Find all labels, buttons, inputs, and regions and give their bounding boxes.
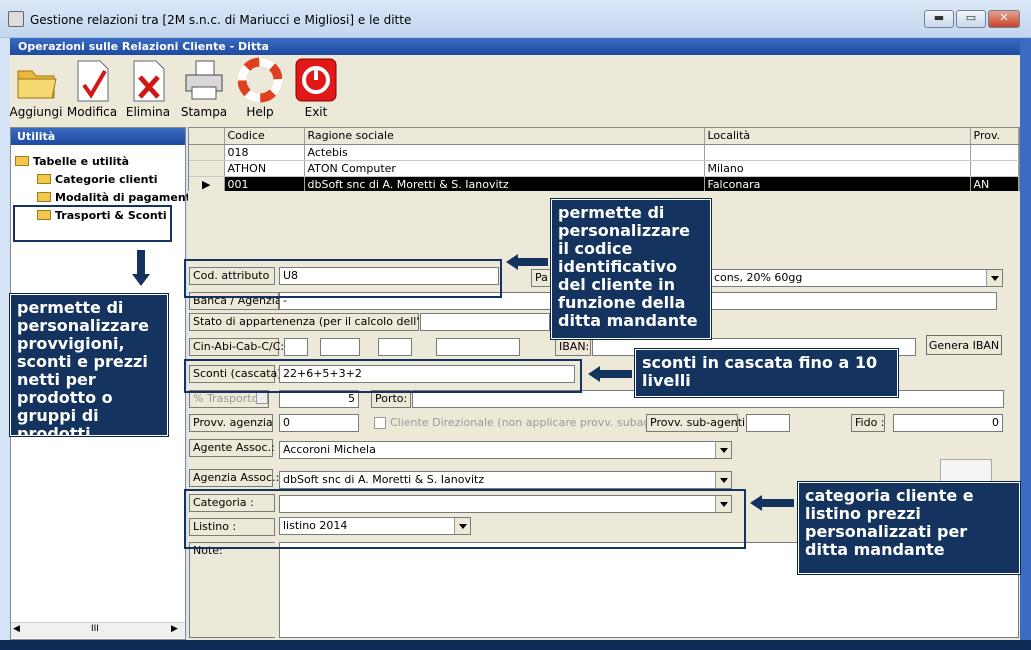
chevron-down-icon[interactable] xyxy=(991,276,999,281)
scroll-thumb[interactable]: III xyxy=(91,624,99,634)
cliente-direzionale-checkbox[interactable] xyxy=(374,417,386,429)
provv-sub-label: Provv. sub-agenti xyxy=(646,414,745,432)
app-icon xyxy=(8,11,24,27)
stato-field[interactable] xyxy=(420,313,550,331)
edit-button[interactable]: Modifica xyxy=(62,57,122,119)
provv-agenzia-label: Provv. agenzia xyxy=(189,414,273,432)
categoria-highlight-frame xyxy=(184,489,746,549)
subtitle-bar: Operazioni sulle Relazioni Cliente - Dit… xyxy=(10,38,1022,55)
scroll-right-icon[interactable]: ▶ xyxy=(171,624,178,634)
toolbar: Aggiungi Modifica Elimina Stampa Help Ex… xyxy=(10,55,1022,127)
provv-agenzia-field[interactable]: 0 xyxy=(279,414,359,432)
agente-select[interactable]: Accoroni Michela xyxy=(279,441,732,459)
cod-attributo-highlight-frame xyxy=(184,259,502,298)
iban-label: IBAN: xyxy=(555,338,591,356)
left-arrow-icon xyxy=(506,254,518,270)
window-title: Gestione relazioni tra [2M s.n.c. di Mar… xyxy=(30,13,412,27)
sidebar-scrollbar[interactable]: ◀ III ▶ xyxy=(11,622,185,638)
abi-field[interactable] xyxy=(320,338,360,356)
chevron-down-icon[interactable] xyxy=(459,524,467,529)
print-button[interactable]: Stampa xyxy=(174,57,234,119)
tree-root[interactable]: Tabelle e utilità xyxy=(15,155,129,168)
exit-button[interactable]: Exit xyxy=(286,57,346,119)
fido-field[interactable]: 0 xyxy=(893,414,1003,432)
scroll-left-icon[interactable]: ◀ xyxy=(13,624,20,634)
down-arrow-shaft xyxy=(137,250,145,274)
folder-icon xyxy=(15,156,29,166)
cab-field[interactable] xyxy=(378,338,412,356)
note-label: Note: xyxy=(189,542,275,638)
folder-icon xyxy=(37,192,51,202)
minimize-button[interactable]: ▬ xyxy=(924,10,954,28)
close-button[interactable]: ✕ xyxy=(988,10,1020,28)
genera-iban-button[interactable]: Genera IBAN xyxy=(926,335,1002,355)
maximize-button[interactable]: ▭ xyxy=(956,10,986,28)
cliente-direzionale-label: Cliente Direzionale (non applicare provv… xyxy=(390,416,680,429)
folder-icon xyxy=(14,57,58,103)
agenzia-select[interactable]: dbSoft snc di A. Moretti & S. Ianovitz xyxy=(279,471,732,489)
pagamento-select[interactable]: cons, 20% 60gg xyxy=(708,269,1003,287)
help-button[interactable]: Help xyxy=(230,57,290,119)
agente-label: Agente Assoc.: xyxy=(189,439,275,457)
folder-icon xyxy=(37,174,51,184)
col-codice[interactable]: Codice xyxy=(224,128,305,145)
callout-codice: permette di personalizzare il codice ide… xyxy=(550,198,712,340)
left-arrow-shaft xyxy=(518,258,548,266)
provv-sub-field[interactable] xyxy=(746,414,790,432)
left-arrow-icon xyxy=(750,495,762,511)
col-ragione[interactable]: Ragione sociale xyxy=(304,128,705,145)
edit-document-icon xyxy=(70,57,114,103)
cin-abi-cab-label: Cin-Abi-Cab-C/C: xyxy=(189,338,284,356)
col-prov[interactable]: Prov. xyxy=(970,128,1019,145)
right-scrollbar xyxy=(1020,38,1031,640)
cin-field[interactable] xyxy=(284,338,308,356)
delete-button[interactable]: Elimina xyxy=(118,57,178,119)
table-row[interactable]: ATHON ATON Computer Milano xyxy=(189,160,1019,177)
tree-item-categorie[interactable]: Categorie clienti xyxy=(37,173,158,186)
taskbar-strip xyxy=(0,640,1031,650)
grid-corner xyxy=(189,128,225,145)
add-button[interactable]: Aggiungi xyxy=(6,57,66,119)
agenzia-label: Agenzia Assoc.: xyxy=(189,469,279,487)
left-arrow-shaft xyxy=(600,370,632,378)
printer-icon xyxy=(182,57,226,103)
delete-document-icon xyxy=(126,57,170,103)
lifebuoy-icon xyxy=(237,57,283,103)
tree-item-pagamento[interactable]: Modalità di pagamento xyxy=(37,191,199,204)
left-arrow-icon xyxy=(588,366,600,382)
callout-categoria: categoria cliente e listino prezzi perso… xyxy=(797,481,1021,575)
table-row[interactable]: 018 Actebis xyxy=(189,144,1019,161)
col-localita[interactable]: Località xyxy=(704,128,971,145)
down-arrow-icon xyxy=(132,274,150,286)
clients-grid: Codice Ragione sociale Località Prov. 01… xyxy=(188,127,1020,193)
table-row-selected[interactable]: ▶ 001 dbSoft snc di A. Moretti & S. Iano… xyxy=(189,176,1019,193)
cc-field[interactable] xyxy=(436,338,520,356)
sconti-highlight-frame xyxy=(184,359,582,393)
stato-label: Stato di appartenenza (per il calcolo de… xyxy=(189,313,454,331)
row-pointer-icon: ▶ xyxy=(189,176,225,193)
callout-left: permette di personalizzare provvigioni, … xyxy=(9,293,169,443)
left-arrow-shaft xyxy=(762,499,794,507)
chevron-down-icon[interactable] xyxy=(720,448,728,453)
exit-icon xyxy=(294,57,338,103)
sidebar-header: Utilità xyxy=(11,128,185,145)
chevron-down-icon[interactable] xyxy=(720,478,728,483)
fido-label: Fido : xyxy=(851,414,885,432)
trasporto-checkbox[interactable] xyxy=(256,392,268,404)
trasporti-highlight-frame xyxy=(13,205,172,242)
window-title-bar: Gestione relazioni tra [2M s.n.c. di Mar… xyxy=(0,0,1031,38)
chevron-down-icon[interactable] xyxy=(720,502,728,507)
callout-sconti: sconti in cascata fino a 10 livelli xyxy=(634,348,899,398)
